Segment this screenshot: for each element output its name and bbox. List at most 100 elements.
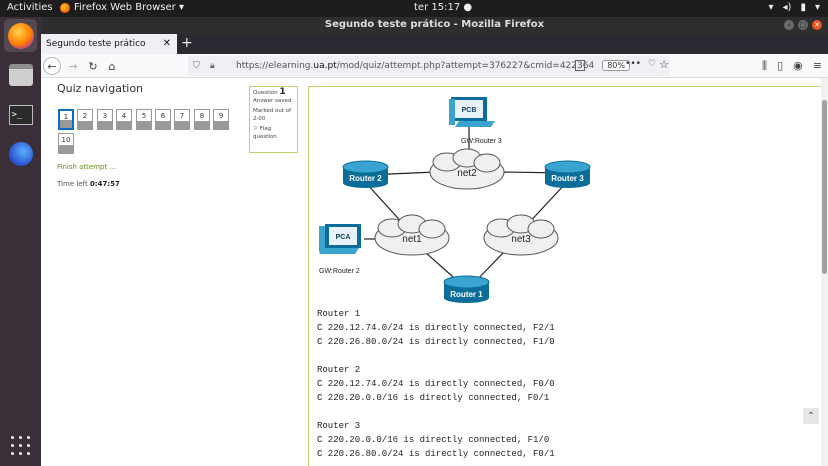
forward-button[interactable]: → <box>64 57 82 75</box>
router-2: Router 2 <box>342 160 389 188</box>
page-content: Quiz navigation 1 2 3 4 5 6 7 8 9 10 Fin… <box>41 78 828 466</box>
finish-attempt-link[interactable]: Finish attempt ... <box>57 163 116 171</box>
files-icon <box>8 63 33 86</box>
question-number: 1 <box>279 87 286 97</box>
new-tab-button[interactable]: + <box>181 35 193 51</box>
tab-close-icon[interactable]: ✕ <box>163 38 171 49</box>
firefox-icon <box>7 22 34 49</box>
url-bar[interactable]: ⛉ 🔒︎ https://elearning.ua.pt/mod/quiz/at… <box>188 56 670 76</box>
pocket-icon[interactable]: ♡ <box>648 59 656 69</box>
router1-label: Router 1 <box>450 290 483 299</box>
tab-label: Segundo teste prático <box>46 39 146 49</box>
router2-label: Router 2 <box>349 174 382 183</box>
pca-label: PCA <box>336 234 351 241</box>
router3-label: Router 3 <box>551 174 584 183</box>
tab-active[interactable]: Segundo teste prático ✕ <box>41 34 177 54</box>
question-info: Question 1 Answer saved Marked out of 2.… <box>249 86 298 153</box>
router1-route-1: C 220.12.74.0/24 is directly connected, … <box>317 323 555 333</box>
shield-icon: ⛉ <box>193 61 200 71</box>
quiz-nav-button-4[interactable]: 4 <box>116 109 132 130</box>
network-icon: ▾ <box>768 2 774 13</box>
quiz-nav-button-5[interactable]: 5 <box>136 109 152 130</box>
show-applications-icon[interactable] <box>11 436 30 455</box>
router1-route-2: C 220.26.80.0/24 is directly connected, … <box>317 337 555 347</box>
url-text[interactable]: https://elearning.ua.pt/mod/quiz/attempt… <box>236 61 594 71</box>
quiz-navigation-title: Quiz navigation <box>57 82 144 95</box>
terminal-icon: >_ <box>8 104 33 125</box>
bookmark-star-icon[interactable]: ☆ <box>659 58 669 71</box>
dock-terminal[interactable]: >_ <box>4 98 37 131</box>
dock-files[interactable] <box>4 58 37 91</box>
lock-icon: 🔒︎ <box>210 61 215 71</box>
app-icon <box>8 141 33 166</box>
back-button[interactable]: ← <box>43 57 61 75</box>
tab-bar: Segundo teste prático ✕ + <box>41 34 828 54</box>
question-marks: Marked out of 2.00 <box>253 108 292 122</box>
library-icon[interactable]: ⫼ <box>762 59 767 73</box>
dock-eclipse[interactable] <box>4 137 37 170</box>
router3-route-2: C 220.26.80.0/24 is directly connected, … <box>317 449 555 459</box>
net2-label: net2 <box>457 168 477 179</box>
chevron-down-icon: ▾ <box>814 2 820 13</box>
pca-computer: PCA <box>319 224 361 254</box>
clock[interactable]: ter 15:17 ● <box>414 2 472 13</box>
question-content: net2 net1 net3 Router 2 Router 3 Router <box>308 86 828 466</box>
router-3: Router 3 <box>544 160 591 188</box>
question-label: Question <box>253 90 278 96</box>
scrollbar-thumb[interactable] <box>822 100 827 274</box>
flag-question[interactable]: ⚐ Flag question <box>253 126 294 141</box>
app-menu[interactable]: Firefox Web Browser ▾ <box>60 2 184 13</box>
window-title: Segundo teste prático - Mozilla Firefox <box>324 19 545 30</box>
reader-view-icon[interactable] <box>575 60 585 71</box>
system-tray[interactable]: ▾ ◂) ▮ ▾ <box>769 2 821 13</box>
sidebar-icon[interactable]: ▯ <box>777 59 783 73</box>
quiz-nav-button-9[interactable]: 9 <box>213 109 229 130</box>
pcb-label: PCB <box>462 107 477 114</box>
app-menu-label: Firefox Web Browser ▾ <box>74 2 184 13</box>
question-status: Answer saved <box>253 97 292 104</box>
volume-icon: ◂) <box>782 2 792 13</box>
page-scrollbar[interactable] <box>821 78 828 466</box>
net1-label: net1 <box>402 234 422 245</box>
dock: >_ <box>0 17 41 466</box>
activities-button[interactable]: Activities <box>7 2 53 13</box>
close-window-button[interactable]: ✕ <box>812 20 822 30</box>
router2-route-1: C 220.12.74.0/24 is directly connected, … <box>317 379 555 389</box>
page-actions-icon[interactable]: ••• <box>625 59 641 69</box>
router1-title: Router 1 <box>317 309 361 319</box>
dock-firefox[interactable] <box>4 19 37 52</box>
quiz-nav-button-10[interactable]: 10 <box>58 133 74 154</box>
time-left-label: Time left <box>57 180 88 188</box>
battery-icon: ▮ <box>800 2 806 13</box>
quiz-nav-button-3[interactable]: 3 <box>97 109 113 130</box>
home-button[interactable]: ⌂ <box>103 57 121 75</box>
router3-title: Router 3 <box>317 421 361 431</box>
quiz-nav-button-7[interactable]: 7 <box>174 109 190 130</box>
minimize-button[interactable]: – <box>784 20 794 30</box>
navigation-bar: ← → ↻ ⌂ ⛉ 🔒︎ https://elearning.ua.pt/mod… <box>41 54 828 78</box>
window-title-bar: Segundo teste prático - Mozilla Firefox … <box>41 17 828 34</box>
system-top-bar: Activities Firefox Web Browser ▾ ter 15:… <box>0 0 828 17</box>
pca-gateway: GW:Router 2 <box>319 268 360 275</box>
reload-button[interactable]: ↻ <box>84 57 102 75</box>
pcb-computer: PCB <box>449 97 495 127</box>
quiz-nav-button-2[interactable]: 2 <box>77 109 93 130</box>
maximize-button[interactable]: □ <box>798 20 808 30</box>
firefox-icon <box>60 2 70 13</box>
router-1: Router 1 <box>443 275 490 303</box>
router2-route-2: C 220.20.0.0/16 is directly connected, F… <box>317 393 550 403</box>
pcb-gateway: GW:Router 3 <box>461 138 502 145</box>
network-diagram: net2 net1 net3 Router 2 Router 3 Router <box>319 97 591 303</box>
router2-title: Router 2 <box>317 365 361 375</box>
menu-icon[interactable]: ≡ <box>813 59 822 73</box>
quiz-nav-button-6[interactable]: 6 <box>155 109 171 130</box>
account-icon[interactable]: ◉ <box>793 59 803 73</box>
net3-label: net3 <box>511 234 531 245</box>
router3-route-1: C 220.20.0.0/16 is directly connected, F… <box>317 435 550 445</box>
back-to-top-button[interactable]: ⌃ <box>803 408 819 424</box>
quiz-nav-button-1[interactable]: 1 <box>58 109 74 130</box>
quiz-nav-button-8[interactable]: 8 <box>194 109 210 130</box>
flag-icon: ⚐ <box>253 126 258 132</box>
time-left-value: 0:47:57 <box>89 180 120 188</box>
time-left: Time left 0:47:57 <box>57 180 120 188</box>
